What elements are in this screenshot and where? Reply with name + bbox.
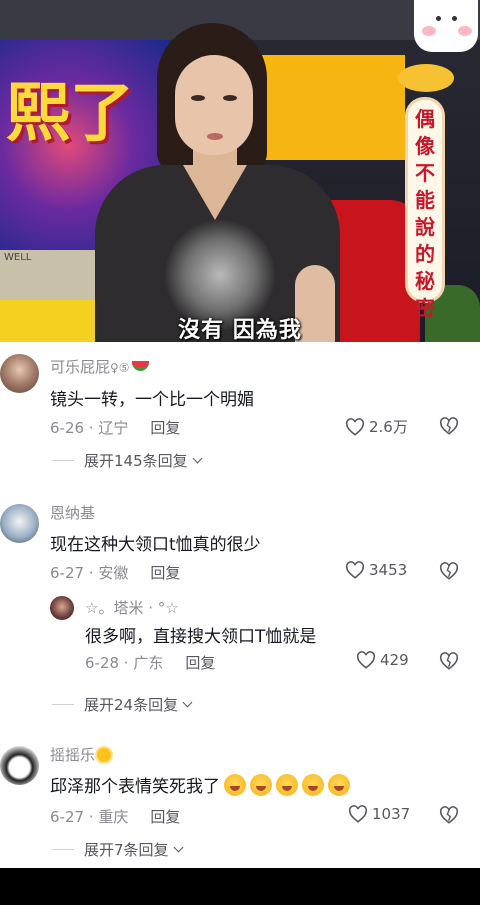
reply-username[interactable]: ☆。塔米 · °☆ [85,597,179,618]
username-text[interactable]: 可乐屁屁 [50,358,110,376]
avatar[interactable] [50,596,74,620]
expand-replies-button[interactable]: 展开24条回复 [52,694,193,715]
laughing-emoji-icon [302,774,324,796]
heart-outline-icon [345,417,365,436]
chevron-down-icon [182,697,193,708]
plane-icon [398,64,454,92]
chevron-down-icon [192,453,203,464]
like-button[interactable]: 3453 [345,561,407,579]
divider-line [52,704,74,705]
expand-replies-label: 展开24条回复 [84,696,179,714]
avatar[interactable] [0,746,39,785]
reply-date-location: 6-28 · 广东 [85,654,164,672]
laughing-emoji-icon [224,774,246,796]
show-title: 偶像不能說的秘密 [415,107,435,320]
desk-label: WELL [4,252,32,263]
broken-heart-icon[interactable] [439,806,459,824]
comment-text[interactable]: 邱泽那个表情笑死我了 [50,772,350,797]
comment-date-location: 6-27 · 安徽 [50,564,129,582]
reply-button[interactable]: 回复 [185,654,215,672]
avatar[interactable] [0,504,39,543]
bottom-bar [0,868,480,905]
comment-username[interactable]: 恩纳基 [50,502,95,523]
reply-button[interactable]: 回复 [150,808,180,826]
reply-meta: 6-28 · 广东 回复 [85,652,215,673]
video-player[interactable]: 熙了 WELL 偶像不能說的秘密 沒有 因為我 [0,0,480,342]
like-count: 429 [380,651,409,669]
broken-heart-icon[interactable] [439,652,459,670]
gender-level-badge: ♀⑤ [110,361,130,375]
like-count: 1037 [372,805,411,823]
reply-button[interactable]: 回复 [150,419,180,437]
broken-heart-icon[interactable] [439,417,459,435]
like-button[interactable]: 2.6万 [345,416,408,437]
sun-icon [97,748,112,762]
comment-date-location: 6-27 · 重庆 [50,808,129,826]
comment-username[interactable]: 摇摇乐 [50,744,112,765]
heart-outline-icon [348,805,368,823]
divider-line [52,849,74,850]
laughing-emoji-icon [250,774,272,796]
like-count: 3453 [369,561,408,579]
comment-text[interactable]: 现在这种大领口t恤真的很少 [50,530,261,555]
laughing-emoji-icon [276,774,298,796]
expand-replies-button[interactable]: 展开7条回复 [52,839,183,860]
username-text[interactable]: 摇摇乐 [50,746,95,764]
comment-meta: 6-26 · 辽宁 回复 [50,417,180,438]
video-person [95,15,340,342]
cute-face-sticker-icon [414,0,478,52]
like-count: 2.6万 [369,418,408,436]
comment-list[interactable]: 可乐屁屁♀⑤ 镜头一转，一个比一个明媚 6-26 · 辽宁 回复 2.6万 展开1… [0,342,480,868]
show-logo: 偶像不能說的秘密 [398,60,454,320]
reply-text[interactable]: 很多啊，直接搜大领口T恤就是 [85,622,316,647]
video-subtitle: 沒有 因為我 [178,318,302,342]
comment-meta: 6-27 · 重庆 回复 [50,806,180,827]
comment-date-location: 6-26 · 辽宁 [50,419,129,437]
heart-outline-icon [345,561,365,579]
expand-replies-label: 展开145条回复 [84,452,188,470]
divider-line [52,460,74,461]
chevron-down-icon [173,842,183,853]
expand-replies-button[interactable]: 展开145条回复 [52,450,203,471]
watermelon-icon [131,361,149,371]
comment-text-body: 邱泽那个表情笑死我了 [50,777,220,797]
comment-meta: 6-27 · 安徽 回复 [50,562,180,583]
broken-heart-icon[interactable] [439,562,459,580]
avatar[interactable] [0,354,39,393]
laughing-emoji-icon [328,774,350,796]
heart-outline-icon [356,651,376,669]
comment-username[interactable]: 可乐屁屁♀⑤ [50,356,149,377]
like-button[interactable]: 1037 [348,805,410,823]
reply-button[interactable]: 回复 [150,564,180,582]
like-button[interactable]: 429 [356,651,409,669]
comment-text[interactable]: 镜头一转，一个比一个明媚 [50,385,254,410]
expand-replies-label: 展开7条回复 [84,841,169,859]
